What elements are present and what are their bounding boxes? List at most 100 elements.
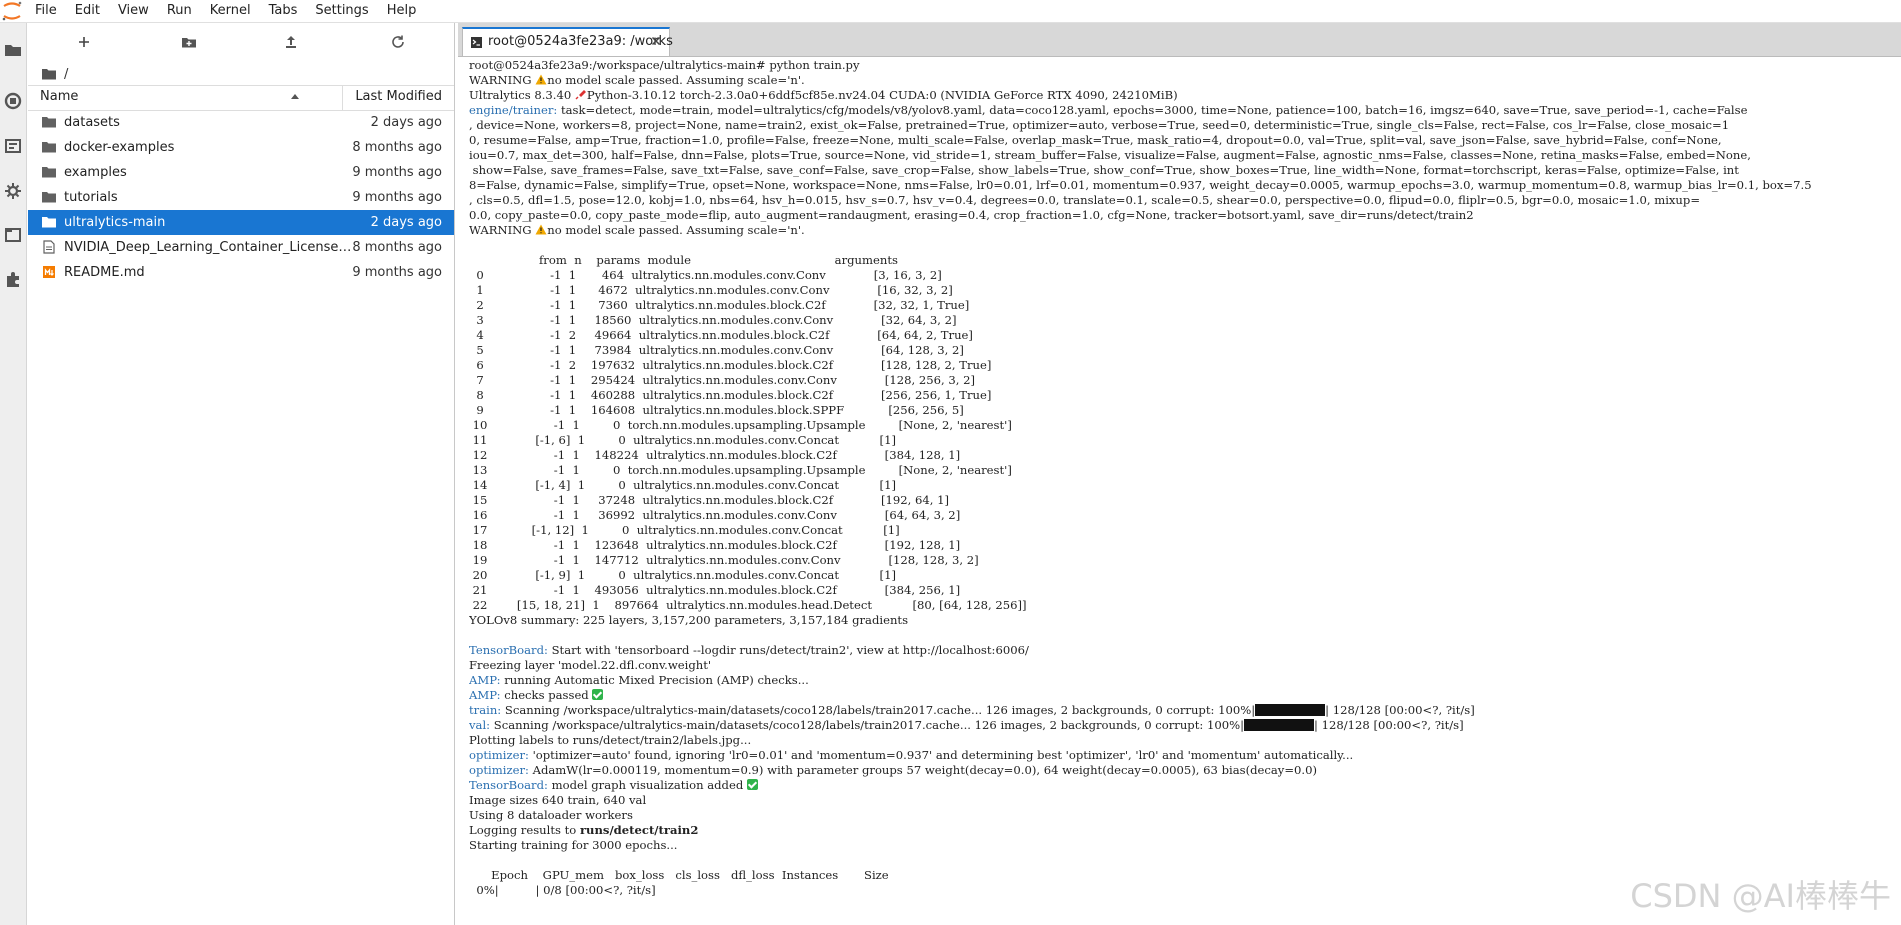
folder-icon[interactable] [3, 40, 23, 60]
logging-line: Logging results to runs/detect/train2 [469, 823, 1895, 838]
rocket-icon [575, 90, 586, 100]
terminal-panel[interactable]: root@0524a3fe23a9:/workspace/ultralytics… [458, 58, 1901, 925]
menu-kernel[interactable]: Kernel [201, 0, 260, 22]
layer-row: 18 -1 1 123648 ultralytics.nn.modules.bl… [469, 538, 1023, 552]
file-row-tutorials[interactable]: tutorials 9 months ago [28, 185, 454, 210]
running-sessions-icon[interactable] [3, 91, 23, 111]
menu-help[interactable]: Help [378, 0, 426, 22]
ultralytics-version-line: Ultralytics 8.3.40 Python-3.10.12 torch-… [469, 88, 1895, 103]
layer-row: 15 -1 1 37248 ultralytics.nn.modules.blo… [469, 493, 1016, 507]
starting-line: Starting training for 3000 epochs... [469, 838, 678, 852]
column-name-header[interactable]: Name [40, 89, 78, 104]
engine-args-line: 8=False, dynamic=False, simplify=True, o… [469, 178, 1812, 192]
file-browser-toolbar [28, 23, 454, 59]
amp-line: AMP: running Automatic Mixed Precision (… [469, 673, 1895, 688]
workers-line: Using 8 dataloader workers [469, 808, 633, 822]
warning-line: WARNING no model scale passed. Assuming … [469, 73, 1895, 88]
warning-icon [535, 224, 547, 235]
breadcrumb-path[interactable]: / [64, 67, 68, 82]
menu-tabs[interactable]: Tabs [260, 0, 307, 22]
train-scan-line: train: Scanning /workspace/ultralytics-m… [469, 703, 1895, 718]
layer-row: 4 -1 2 49664 ultralytics.nn.modules.bloc… [469, 328, 1021, 342]
warning-label: WARNING [469, 73, 532, 87]
menu-view[interactable]: View [109, 0, 158, 22]
amp-prefix: AMP: [469, 688, 501, 702]
file-name: tutorials [64, 190, 118, 205]
file-row-nvidia-license[interactable]: NVIDIA_Deep_Learning_Container_License..… [28, 235, 454, 260]
layer-row: 13 -1 1 0 torch.nn.modules.upsampling.Up… [469, 463, 1049, 477]
menu-settings[interactable]: Settings [306, 0, 377, 22]
property-inspector-icon[interactable] [3, 181, 23, 201]
file-row-examples[interactable]: examples 9 months ago [28, 160, 454, 185]
warning-icon [535, 74, 547, 85]
val-scan-end: | 128/128 [00:00<?, ?it/s] [1314, 718, 1464, 732]
tensorboard-graph-text: model graph visualization added [547, 778, 747, 792]
file-modified: 8 months ago [352, 140, 442, 155]
layer-row: 5 -1 1 73984 ultralytics.nn.modules.conv… [469, 343, 1020, 357]
layer-table-header: from n params module arguments [469, 253, 976, 267]
jupyter-logo-icon [2, 1, 22, 21]
amp-text: checks passed [500, 688, 593, 702]
tab-terminal[interactable]: root@0524a3fe23a9: /works [462, 27, 673, 56]
new-folder-icon[interactable] [180, 33, 198, 51]
layer-row: 21 -1 1 493056 ultralytics.nn.modules.bl… [469, 583, 1023, 597]
file-row-readme[interactable]: README.md 9 months ago [28, 260, 454, 285]
model-summary-line: YOLOv8 summary: 225 layers, 3,157,200 pa… [469, 613, 909, 627]
engine-args: task=detect, mode=train, model=ultralyti… [557, 103, 1748, 117]
warning-label: WARNING [469, 223, 532, 237]
amp-prefix: AMP: [469, 673, 501, 687]
file-modified: 2 days ago [370, 215, 442, 230]
activity-bar [0, 23, 27, 925]
warning-text: no model scale passed. Assuming scale='n… [547, 73, 805, 87]
layer-row: 9 -1 1 164608 ultralytics.nn.modules.blo… [469, 403, 1027, 417]
file-row-ultralytics-main[interactable]: ultralytics-main 2 days ago [28, 210, 454, 235]
tabs-icon[interactable] [3, 225, 23, 245]
warning-text: no model scale passed. Assuming scale='n… [547, 223, 805, 237]
layer-row: 0 -1 1 464 ultralytics.nn.modules.conv.C… [469, 268, 1005, 282]
terminal-icon [471, 37, 482, 48]
menu-items: File Edit View Run Kernel Tabs Settings … [26, 0, 425, 22]
file-name: NVIDIA_Deep_Learning_Container_License..… [64, 240, 354, 255]
column-divider[interactable] [342, 86, 343, 110]
main-dock-area: root@0524a3fe23a9: /works root@0524a3fe2… [458, 23, 1901, 925]
menu-file[interactable]: File [26, 0, 66, 22]
close-icon[interactable] [649, 34, 663, 48]
refresh-icon[interactable] [389, 33, 407, 51]
git-icon[interactable] [3, 136, 23, 156]
breadcrumb[interactable]: / [42, 65, 68, 83]
extension-manager-icon[interactable] [3, 269, 23, 289]
environment-info: Python-3.10.12 torch-2.3.0a0+6ddf5cf85e.… [586, 88, 1178, 102]
sort-ascending-icon[interactable] [290, 92, 300, 102]
layer-row: 14 [-1, 4] 1 0 ultralytics.nn.modules.co… [469, 478, 996, 492]
breadcrumb-folder-icon[interactable] [42, 68, 56, 80]
file-name: docker-examples [64, 140, 175, 155]
column-last-modified-header[interactable]: Last Modified [355, 89, 442, 104]
file-modified: 8 months ago [352, 240, 442, 255]
check-icon [746, 779, 758, 790]
folder-icon [42, 167, 56, 178]
optimizer-line: optimizer: AdamW(lr=0.000119, momentum=0… [469, 763, 1895, 778]
upload-icon[interactable] [282, 33, 300, 51]
warning-line: WARNING no model scale passed. Assuming … [469, 223, 1895, 238]
train-progress-bar [1255, 704, 1326, 716]
menu-edit[interactable]: Edit [66, 0, 109, 22]
file-modified: 2 days ago [370, 115, 442, 130]
engine-args-line: engine/trainer: task=detect, mode=train,… [469, 103, 1895, 118]
tab-label[interactable]: root@0524a3fe23a9: /works [488, 34, 673, 49]
new-launcher-plus-icon[interactable] [75, 33, 93, 51]
terminal-output[interactable]: root@0524a3fe23a9:/workspace/ultralytics… [469, 58, 1895, 898]
tensorboard-prefix: TensorBoard: [469, 778, 548, 792]
file-row-datasets[interactable]: datasets 2 days ago [28, 110, 454, 135]
file-name: examples [64, 165, 127, 180]
folder-icon [42, 117, 56, 128]
layer-row: 2 -1 1 7360 ultralytics.nn.modules.block… [469, 298, 1018, 312]
check-icon [592, 689, 604, 700]
file-name: ultralytics-main [64, 215, 166, 230]
amp-line: AMP: checks passed [469, 688, 1895, 703]
optimizer-prefix: optimizer: [469, 763, 529, 777]
layer-row: 12 -1 1 148224 ultralytics.nn.modules.bl… [469, 448, 1023, 462]
train-scan-end: | 128/128 [00:00<?, ?it/s] [1325, 703, 1475, 717]
file-icon [43, 240, 55, 254]
file-row-docker-examples[interactable]: docker-examples 8 months ago [28, 135, 454, 160]
menu-run[interactable]: Run [158, 0, 201, 22]
